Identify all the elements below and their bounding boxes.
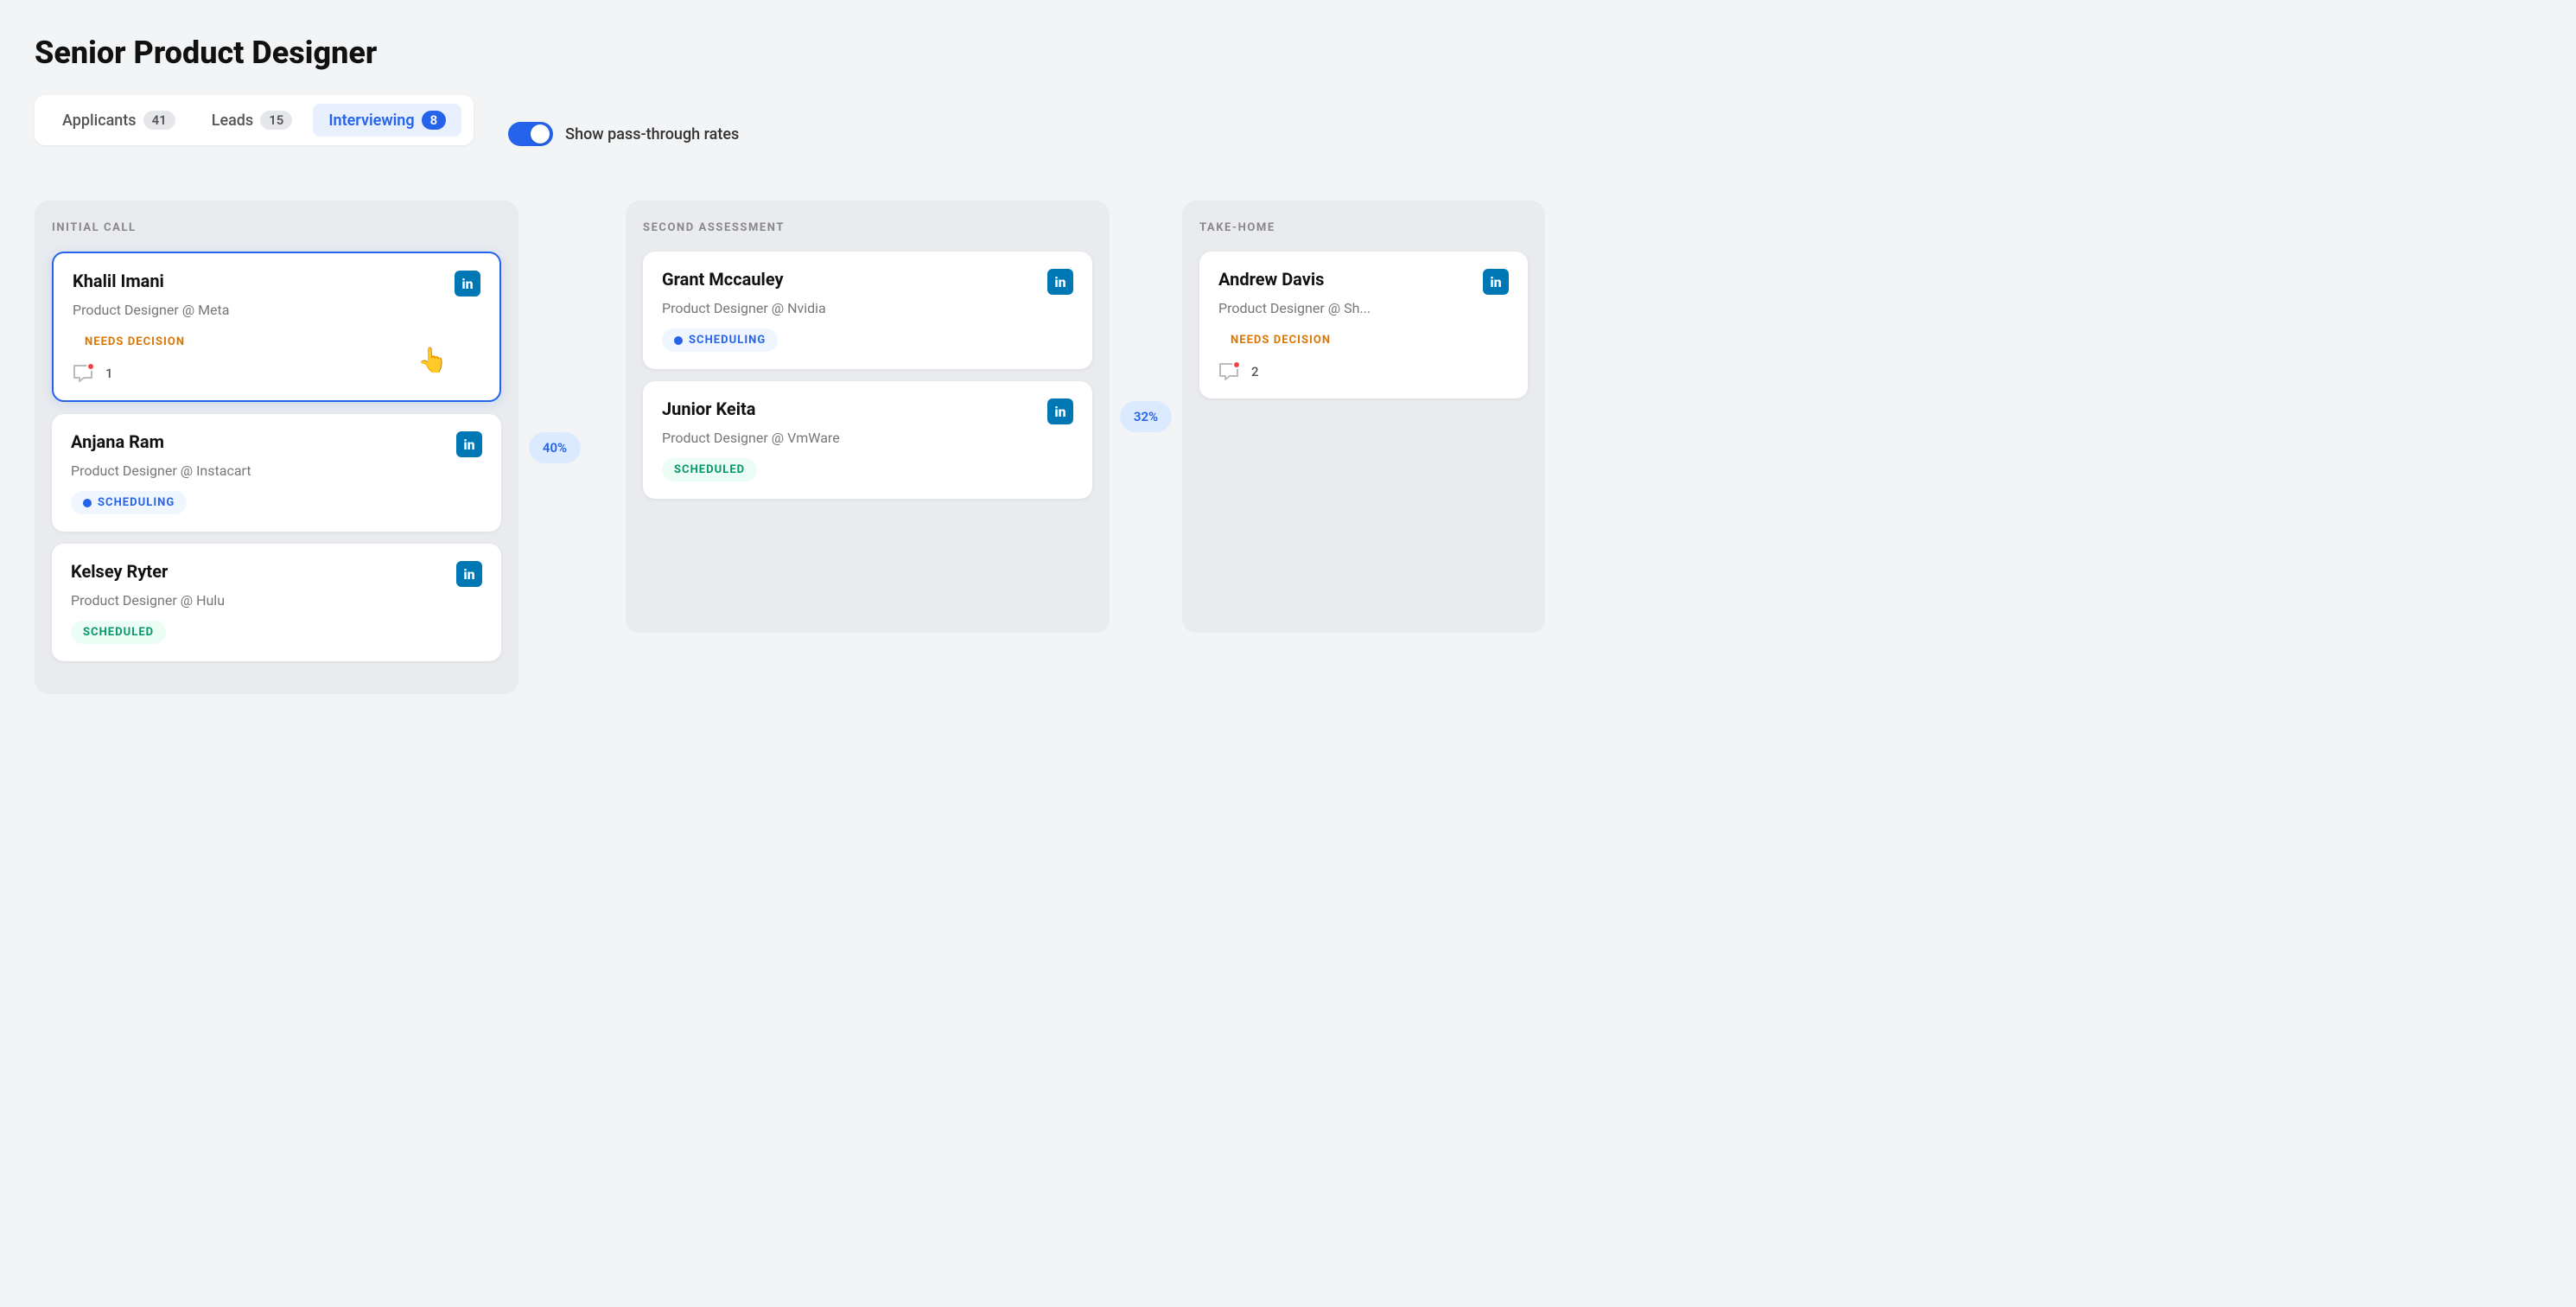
status-badge: SCHEDULED (71, 621, 166, 644)
toggle-label: Show pass-through rates (565, 125, 739, 143)
tab-interviewing[interactable]: Interviewing 8 (313, 104, 461, 137)
column-title: SECOND ASSESSMENT (643, 221, 1092, 234)
kanban-board: INITIAL CALL Khalil Imani in Product Des… (35, 201, 2541, 694)
comment-icon (1218, 362, 1239, 381)
candidate-name: Andrew Davis (1218, 269, 1324, 290)
candidate-role: Product Designer @ Sh... (1218, 300, 1509, 316)
candidate-card[interactable]: Andrew Davis in Product Designer @ Sh...… (1199, 252, 1528, 398)
linkedin-icon[interactable]: in (1047, 398, 1073, 424)
tabs-bar: Applicants 41 Leads 15 Interviewing 8 (35, 95, 474, 145)
candidate-name: Kelsey Ryter (71, 561, 168, 582)
linkedin-icon[interactable]: in (1047, 269, 1073, 295)
tab-label: Applicants (62, 112, 137, 130)
linkedin-icon[interactable]: in (456, 561, 482, 587)
candidate-card[interactable]: Khalil Imani in Product Designer @ Meta … (52, 252, 501, 402)
candidate-role: Product Designer @ Hulu (71, 592, 482, 609)
pass-rate-initial-call: 40% (529, 432, 581, 463)
status-badge: SCHEDULED (662, 458, 757, 481)
page-title: Senior Product Designer (35, 35, 2541, 71)
candidate-name: Khalil Imani (73, 271, 164, 291)
linkedin-icon[interactable]: in (1483, 269, 1509, 295)
pass-rate-second-assessment: 32% (1120, 401, 1172, 432)
card-footer: 1 (73, 364, 480, 383)
candidate-name: Junior Keita (662, 398, 756, 419)
card-footer: 2 (1218, 362, 1509, 381)
column-title: INITIAL CALL (52, 221, 501, 234)
tab-applicants[interactable]: Applicants 41 (47, 104, 191, 137)
candidate-card[interactable]: Kelsey Ryter in Product Designer @ Hulu … (52, 544, 501, 661)
candidate-role: Product Designer @ Meta (73, 302, 480, 318)
linkedin-icon[interactable]: in (456, 431, 482, 457)
candidate-role: Product Designer @ Instacart (71, 462, 482, 479)
candidate-role: Product Designer @ Nvidia (662, 300, 1073, 316)
candidate-card[interactable]: Junior Keita in Product Designer @ VmWar… (643, 381, 1092, 499)
tab-leads[interactable]: Leads 15 (196, 104, 308, 137)
tab-label: Interviewing (328, 112, 414, 130)
tab-badge: 15 (260, 111, 292, 130)
tab-badge: 8 (422, 111, 447, 130)
pass-through-toggle[interactable] (508, 122, 553, 146)
column-title: TAKE-HOME (1199, 221, 1528, 234)
column-take-home: TAKE-HOME Andrew Davis in Product Design… (1182, 201, 1545, 633)
column-second-assessment: SECOND ASSESSMENT Grant Mccauley in Prod… (626, 201, 1110, 633)
status-badge: SCHEDULING (71, 491, 187, 514)
comment-count: 1 (105, 366, 113, 381)
comment-alert-dot (86, 362, 95, 371)
candidate-card[interactable]: Anjana Ram in Product Designer @ Instaca… (52, 414, 501, 532)
candidate-role: Product Designer @ VmWare (662, 430, 1073, 446)
candidate-name: Grant Mccauley (662, 269, 784, 290)
column-initial-call: INITIAL CALL Khalil Imani in Product Des… (35, 201, 518, 694)
tab-badge: 41 (143, 111, 175, 130)
comment-alert-dot (1232, 360, 1241, 369)
comment-icon (73, 364, 93, 383)
comment-count: 2 (1251, 364, 1259, 379)
status-badge: NEEDS DECISION (73, 330, 197, 354)
tab-label: Leads (212, 112, 253, 130)
status-badge: NEEDS DECISION (1218, 328, 1343, 352)
candidate-name: Anjana Ram (71, 431, 164, 452)
toggle-row: Show pass-through rates (508, 122, 739, 146)
status-badge: SCHEDULING (662, 328, 778, 352)
candidate-card[interactable]: Grant Mccauley in Product Designer @ Nvi… (643, 252, 1092, 369)
linkedin-icon[interactable]: in (455, 271, 480, 296)
